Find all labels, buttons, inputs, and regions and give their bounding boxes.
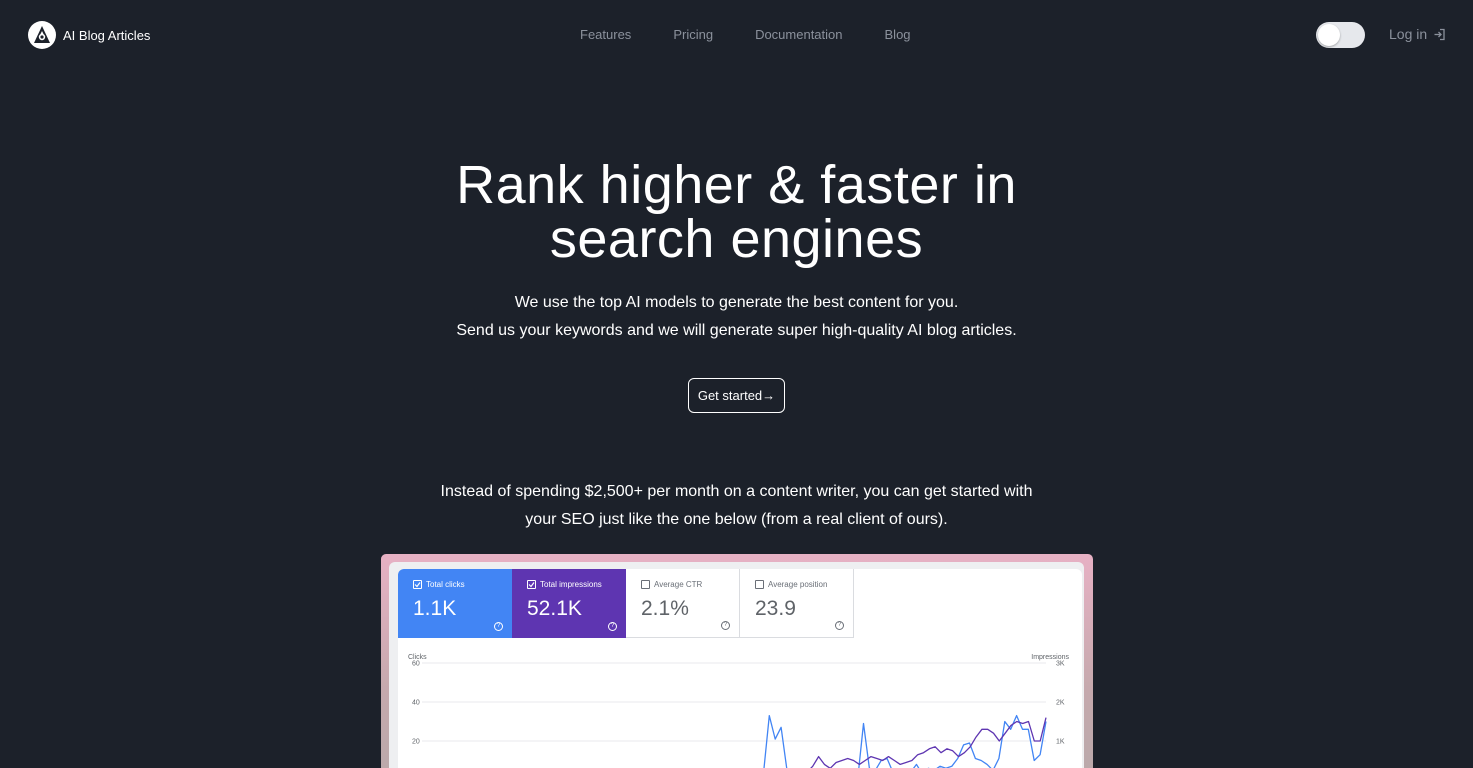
help-icon: ? [608,622,617,631]
hero-subtitle-line2: Send us your keywords and we will genera… [456,322,1017,339]
theme-toggle[interactable] [1316,22,1365,48]
right-tick-label: 3K [1056,661,1065,668]
chart-lines [763,714,1047,768]
clicks-series-line [763,714,1047,768]
pitch-line2: your SEO just like the one below (from a… [525,511,948,528]
metric-value: 52.1K [527,597,582,620]
help-icon: ? [721,621,730,630]
pitch-line1: Instead of spending $2,500+ per month on… [440,483,1033,500]
hero-subtitle-line1: We use the top AI models to generate the… [514,294,959,311]
metric-label: Average CTR [654,580,703,589]
pitch-text: Instead of spending $2,500+ per month on… [0,478,1473,534]
help-icon: ? [835,621,844,630]
login-link[interactable]: Log in [1389,26,1446,42]
metric-label: Total clicks [426,580,465,589]
metric-label: Total impressions [540,580,602,589]
performance-panel: Total clicks 1.1K ? Total impressions 52… [398,569,1082,768]
screenshot-card: Total clicks 1.1K ? Total impressions 52… [389,562,1084,768]
metric-total-clicks: Total clicks 1.1K ? [398,569,512,638]
moon-icon [1324,30,1332,40]
checkbox-checked-icon [527,580,536,589]
left-tick-label: 20 [412,739,420,746]
search-console-screenshot: Total clicks 1.1K ? Total impressions 52… [381,554,1093,768]
impressions-series-line [810,717,1047,768]
metric-total-impressions: Total impressions 52.1K ? [512,569,626,638]
nav-link-features[interactable]: Features [580,27,631,42]
right-tick-label: 2K [1056,700,1065,707]
metric-value: 2.1% [641,597,689,620]
brand-name: AI Blog Articles [63,27,151,43]
metric-value: 23.9 [755,597,796,620]
performance-line-chart: Clicks Impressions 60 3K40 2K20 1K [408,654,1070,768]
nav-link-blog[interactable]: Blog [885,27,911,42]
brand-logo-icon [28,21,56,49]
help-icon: ? [494,622,503,631]
hero-subtitle: We use the top AI models to generate the… [0,289,1473,345]
checkbox-unchecked-icon [755,580,764,589]
hero-title: Rank higher & faster in search engines [0,158,1473,266]
left-tick-label: 60 [412,661,420,668]
chart-grid [422,662,1046,742]
nav-link-documentation[interactable]: Documentation [755,27,842,42]
brand[interactable]: AI Blog Articles [28,21,150,49]
right-tick-label: 1K [1056,739,1065,746]
nav-links: Features Pricing Documentation Blog [580,27,911,42]
metric-average-position: Average position 23.9 ? [740,569,854,638]
metric-average-ctr: Average CTR 2.1% ? [626,569,740,638]
toggle-knob [1318,24,1340,46]
get-started-button[interactable]: Get started→ [688,378,785,413]
left-tick-label: 40 [412,700,420,707]
top-nav: AI Blog Articles Features Pricing Docume… [0,0,1473,70]
hero-title-line1: Rank higher & faster in [456,155,1017,215]
login-icon [1434,28,1445,40]
metric-value: 1.1K [413,597,457,620]
nav-link-pricing[interactable]: Pricing [673,27,713,42]
checkbox-checked-icon [413,580,422,589]
chart-ticks: 60 3K 40 2K 20 1K [412,661,1065,746]
metric-label: Average position [768,580,828,589]
hero-title-line2: search engines [549,209,924,269]
checkbox-unchecked-icon [641,580,650,589]
login-label: Log in [1389,26,1428,42]
